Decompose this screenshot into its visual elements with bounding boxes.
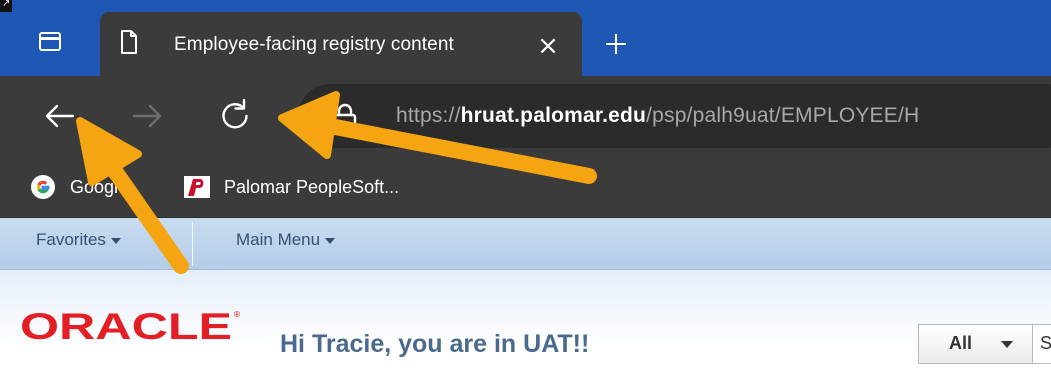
window-corner-icon: ↗ [0,0,12,12]
tab-actions-icon [39,32,61,51]
main-menu[interactable]: Main Menu [236,230,336,250]
tab-actions-button[interactable] [26,24,76,64]
refresh-icon[interactable] [213,94,257,138]
new-tab-button[interactable] [598,24,638,64]
greeting-text: Hi Tracie, you are in UAT!! [280,330,590,358]
bookmark-label: Palomar PeopleSoft... [224,177,400,197]
oracle-logo-text: ORACLE [20,306,232,346]
dropdown-arrow-icon [1001,341,1013,348]
caret-down-icon [110,237,121,244]
forward-arrow-icon[interactable] [125,94,169,138]
lock-icon[interactable] [332,102,358,132]
main-menu-label: Main Menu [236,230,321,249]
peoplesoft-header: ORACLE ® Hi Tracie, you are in UAT!! All… [0,270,1051,379]
oracle-logo: ORACLE ® [20,306,241,346]
registered-mark-icon: ® [233,310,241,319]
search-input[interactable]: S [1033,324,1051,364]
url-path: /psp/palh9uat/EMPLOYEE/H [646,104,920,127]
bookmark-google[interactable]: Google [30,170,170,204]
bookmark-label: Google [70,177,129,197]
bookmark-palomar-peoplesoft[interactable]: Palomar PeopleSoft... [184,170,514,204]
search-scope-select[interactable]: All [918,324,1033,364]
favorites-label: Favorites [36,230,106,249]
url-host: hruat.palomar.edu [460,104,647,127]
nav-divider [192,222,193,266]
google-icon [31,175,55,199]
back-arrow-icon[interactable] [38,94,82,138]
caret-down-icon [325,237,336,244]
search-scope-value: All [949,333,973,353]
active-tab[interactable]: Employee-facing registry content × [100,12,582,76]
close-tab-icon[interactable]: × [530,28,566,64]
page-icon [121,30,137,54]
palomar-p-icon [184,176,210,198]
browser-tab-bar: ↗ Employee-facing registry content × [0,0,1051,76]
address-bar[interactable]: https://hruat.palomar.edu/psp/palh9uat/E… [298,84,1051,148]
bookmarks-bar: Google Palomar PeopleSoft... [0,156,1051,218]
browser-toolbar: https://hruat.palomar.edu/psp/palh9uat/E… [0,76,1051,156]
search-input-value: S [1040,333,1051,353]
favorites-menu[interactable]: Favorites [36,230,121,250]
tab-title: Employee-facing registry content [174,34,454,55]
url-scheme: https:// [396,104,461,127]
peoplesoft-nav-bar: Favorites Main Menu [0,218,1051,270]
url-text[interactable]: https://hruat.palomar.edu/psp/palh9uat/E… [396,104,919,128]
